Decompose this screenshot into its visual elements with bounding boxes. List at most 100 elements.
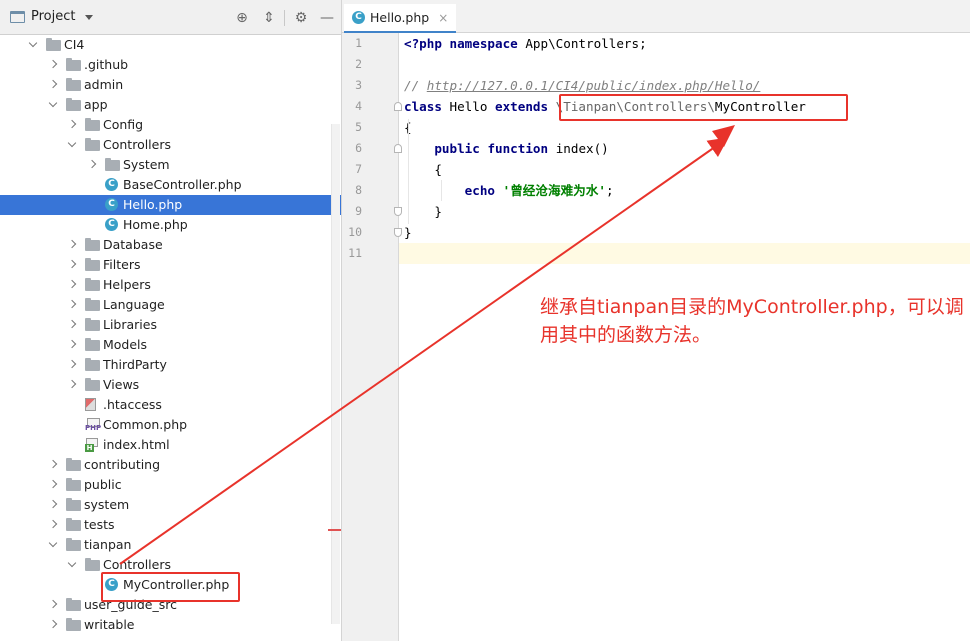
tree-item-basecontroller-php[interactable]: C BaseController.php — [0, 175, 341, 195]
line-number: 3 — [355, 78, 362, 92]
code-line[interactable]: // http://127.0.0.1/CI4/public/index.php… — [404, 75, 970, 96]
chevron-right-icon[interactable] — [67, 115, 77, 135]
tree-item-filters[interactable]: Filters — [0, 255, 341, 275]
line-number: 2 — [355, 57, 362, 71]
tree-item-language[interactable]: Language — [0, 295, 341, 315]
code-line[interactable]: { — [404, 159, 970, 180]
tree-item-htaccess[interactable]: .htaccess — [0, 395, 341, 415]
tree-item-system[interactable]: System — [0, 155, 341, 175]
folder-icon — [66, 538, 81, 552]
chevron-right-icon[interactable] — [67, 335, 77, 355]
tree-item-tianpan[interactable]: tianpan — [0, 535, 341, 555]
chevron-down-icon[interactable] — [67, 135, 77, 155]
tree-item-label: Libraries — [103, 317, 157, 332]
panel-red-mark — [328, 529, 341, 531]
tree-item-thirdparty[interactable]: ThirdParty — [0, 355, 341, 375]
chevron-right-icon[interactable] — [67, 375, 77, 395]
tree-item-ci4[interactable]: CI4 — [0, 35, 341, 55]
chevron-down-icon[interactable] — [48, 535, 58, 555]
tree-item-models[interactable]: Models — [0, 335, 341, 355]
folder-icon — [85, 258, 100, 272]
code-line[interactable]: <?php namespace App\Controllers; — [404, 33, 970, 54]
chevron-right-icon[interactable] — [67, 355, 77, 375]
tree-item-label: Controllers — [103, 137, 171, 152]
code-line[interactable] — [399, 243, 970, 264]
tree-item-label: Language — [103, 297, 165, 312]
line-number: 9 — [355, 204, 362, 218]
code-line[interactable]: echo '曾经沧海难为水'; — [404, 180, 970, 201]
chevron-right-icon[interactable] — [87, 155, 97, 175]
chevron-right-icon[interactable] — [48, 455, 58, 475]
chevron-right-icon[interactable] — [48, 515, 58, 535]
chevron-right-icon[interactable] — [48, 595, 58, 615]
fold-marker-icon[interactable] — [394, 228, 402, 237]
chevron-right-icon[interactable] — [48, 75, 58, 95]
tree-item-github[interactable]: .github — [0, 55, 341, 75]
code-line[interactable]: } — [404, 201, 970, 222]
line-number: 8 — [355, 183, 362, 197]
hide-panel-icon[interactable]: — — [318, 9, 336, 27]
chevron-down-icon[interactable] — [28, 35, 38, 55]
chevron-right-icon[interactable] — [48, 615, 58, 635]
tree-item-contributing[interactable]: contributing — [0, 455, 341, 475]
chevron-right-icon[interactable] — [48, 475, 58, 495]
tree-item-label: contributing — [84, 457, 161, 472]
project-view-selector[interactable]: Project — [10, 9, 94, 24]
chevron-down-icon[interactable] — [67, 555, 77, 575]
folder-icon — [85, 138, 100, 152]
tree-item-config[interactable]: Config — [0, 115, 341, 135]
gear-icon[interactable]: ⚙ — [292, 9, 310, 27]
htaccess-file-icon — [85, 398, 100, 412]
chevron-right-icon[interactable] — [67, 315, 77, 335]
chevron-right-icon[interactable] — [48, 495, 58, 515]
code-line[interactable] — [404, 54, 970, 75]
folder-icon — [66, 618, 81, 632]
fold-marker-icon[interactable] — [394, 207, 402, 216]
collapse-all-icon[interactable]: ⇕ — [260, 9, 278, 27]
tree-item-public[interactable]: public — [0, 475, 341, 495]
tree-item-index-html[interactable]: Hindex.html — [0, 435, 341, 455]
fold-marker-icon[interactable] — [394, 102, 402, 111]
tree-item-tests[interactable]: tests — [0, 515, 341, 535]
tree-item-database[interactable]: Database — [0, 235, 341, 255]
folder-icon — [105, 158, 120, 172]
code-token: namespace — [449, 36, 518, 51]
chevron-right-icon[interactable] — [67, 295, 77, 315]
folder-icon — [85, 118, 100, 132]
code-line[interactable]: public function index() — [404, 138, 970, 159]
tree-item-helpers[interactable]: Helpers — [0, 275, 341, 295]
editor-tab-bar: C Hello.php × — [342, 0, 970, 33]
highlight-box-mycontroller — [101, 572, 240, 602]
close-icon[interactable]: × — [438, 11, 448, 25]
tree-item-writable[interactable]: writable — [0, 615, 341, 635]
chevron-right-icon[interactable] — [67, 235, 77, 255]
tree-item-views[interactable]: Views — [0, 375, 341, 395]
tree-item-label: admin — [84, 77, 124, 92]
tree-item-hello-php[interactable]: C Hello.php — [0, 195, 341, 215]
tree-item-common-php[interactable]: PHP Common.php — [0, 415, 341, 435]
tab-hello-php[interactable]: C Hello.php × — [344, 4, 457, 33]
chevron-down-icon[interactable] — [48, 95, 58, 115]
tree-item-label: ThirdParty — [103, 357, 167, 372]
folder-icon — [85, 278, 100, 292]
tree-item-admin[interactable]: admin — [0, 75, 341, 95]
tree-item-controllers[interactable]: Controllers — [0, 135, 341, 155]
tree-item-app[interactable]: app — [0, 95, 341, 115]
tree-item-system[interactable]: system — [0, 495, 341, 515]
line-number: 11 — [348, 246, 362, 260]
locate-target-icon[interactable]: ⊕ — [233, 9, 251, 27]
tree-item-home-php[interactable]: C Home.php — [0, 215, 341, 235]
fold-marker-icon[interactable] — [394, 144, 402, 153]
php-class-icon: C — [105, 178, 120, 192]
tree-item-libraries[interactable]: Libraries — [0, 315, 341, 335]
tree-scrollbar[interactable] — [331, 124, 340, 624]
tree-item-label: Config — [103, 117, 144, 132]
tree-item-label: Home.php — [123, 217, 188, 232]
chevron-right-icon[interactable] — [48, 55, 58, 75]
tree-item-label: Views — [103, 377, 140, 392]
code-line[interactable]: } — [404, 222, 970, 243]
code-url-link[interactable]: http://127.0.0.1/CI4/public/index.php/He… — [427, 78, 761, 93]
chevron-right-icon[interactable] — [67, 275, 77, 295]
chevron-right-icon[interactable] — [67, 255, 77, 275]
project-panel-header: Project ⊕ ⇕ ⚙ — — [0, 0, 341, 35]
